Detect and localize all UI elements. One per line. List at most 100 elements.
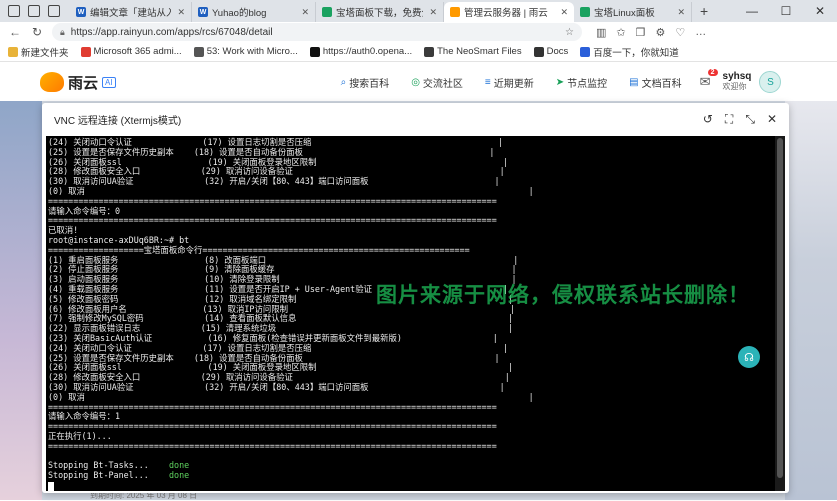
- minimize-icon[interactable]: —: [735, 0, 769, 22]
- status-done: done: [169, 460, 190, 471]
- bookmark-item[interactable]: 53: Work with Micro...: [193, 46, 298, 57]
- vnc-title: VNC 远程连接 (Xtermjs模式): [54, 115, 182, 127]
- collapse-icon[interactable]: ⤡: [745, 112, 755, 127]
- site-nav-item[interactable]: ≡ 近期更新: [485, 75, 534, 90]
- vnc-dialog: VNC 远程连接 (Xtermjs模式) ↺ ⛶ ⤡ ✕ (24) 关闭动口令认…: [42, 103, 789, 493]
- back-icon[interactable]: ←: [8, 25, 22, 39]
- support-headset-icon[interactable]: ☊: [738, 346, 760, 368]
- more-menu-icon[interactable]: …: [695, 26, 706, 39]
- background-art-right: [785, 101, 837, 500]
- bookmark-label: Docs: [546, 46, 569, 57]
- extensions-icon[interactable]: ⚙: [656, 26, 666, 39]
- user-info[interactable]: syhsq 欢迎你: [723, 72, 752, 92]
- bookmark-item[interactable]: 新建文件夹: [8, 45, 69, 59]
- tab-label: 宝塔面板下载，免费全能的服: [336, 8, 423, 19]
- mail-icon: ✉: [699, 74, 711, 89]
- status-task: Stopping Bt-Panel...: [48, 470, 170, 481]
- tab-label: 管理云服务器 | 雨云: [464, 8, 548, 19]
- site-nav-label: 交流社区: [422, 78, 463, 90]
- status-task: Stopping Bt-Tasks...: [48, 460, 170, 471]
- rain-logo-icon: [40, 72, 64, 92]
- site-nav-item[interactable]: ⌕ 搜索百科: [341, 75, 390, 90]
- message-button[interactable]: ✉ 2: [699, 69, 718, 90]
- tab-actions-icon[interactable]: [48, 5, 60, 17]
- ai-badge: AI: [102, 76, 116, 88]
- watermark-text: 图片来源于网络，侵权联系站长删除！: [376, 284, 750, 307]
- site-nav: ⌕ 搜索百科 ◎ 交流社区 ≡ 近期更新 ➤ 节点监控 ▤ 文档百科: [341, 75, 682, 90]
- browser-tab[interactable]: 宝塔Linux面板 ✕: [574, 2, 692, 22]
- lock-icon: 🔒︎: [60, 26, 65, 37]
- profile-icon[interactable]: [8, 5, 20, 17]
- bookmark-icon: [424, 46, 435, 57]
- browser-essentials-icon[interactable]: ♡: [675, 26, 685, 39]
- site-nav-label: 近期更新: [493, 78, 534, 90]
- workspaces-icon[interactable]: [28, 5, 40, 17]
- tab-favicon-icon: W: [76, 7, 86, 17]
- split-screen-icon[interactable]: ▥: [596, 26, 606, 39]
- bookmark-item[interactable]: The NeoSmart Files: [424, 46, 522, 57]
- browser-tab[interactable]: 管理云服务器 | 雨云 ✕: [444, 2, 574, 22]
- browser-tab-strip: W编辑文章「建站从入门到跑路」✕WYuhao的blog✕宝塔面板下载，免费全能的…: [0, 0, 837, 22]
- vnc-dialog-header: VNC 远程连接 (Xtermjs模式) ↺ ⛶ ⤡ ✕: [42, 103, 789, 135]
- browser-tab[interactable]: W Yuhao的blog ✕: [192, 2, 316, 22]
- username: syhsq: [722, 71, 752, 82]
- close-window-icon[interactable]: ✕: [803, 0, 837, 22]
- bookmark-item[interactable]: https://auth0.opena...: [309, 46, 412, 57]
- bookmark-item[interactable]: Microsoft 365 admi...: [80, 46, 182, 57]
- terminal-line: ========================================…: [48, 440, 497, 451]
- terminal-status-line: Stopping Bt-Panel... done: [48, 470, 785, 481]
- monitor-icon: ➤: [555, 76, 565, 88]
- site-logo[interactable]: 雨云 AI: [40, 72, 116, 93]
- tab-close-icon[interactable]: ✕: [429, 7, 437, 18]
- favorite-star-icon[interactable]: ☆: [565, 27, 574, 38]
- bookmark-icon: [580, 46, 591, 57]
- site-nav-label: 搜索百科: [349, 78, 390, 90]
- status-done: done: [169, 470, 190, 481]
- avatar[interactable]: S: [759, 71, 782, 93]
- bookmark-icon: [533, 46, 544, 57]
- bookmark-label: Microsoft 365 admi...: [93, 46, 182, 57]
- tab-close-icon[interactable]: ✕: [677, 7, 685, 18]
- bookmark-item[interactable]: 百度一下，你就知道: [580, 45, 679, 59]
- collections-icon[interactable]: ❐: [636, 26, 646, 39]
- refresh-icon[interactable]: ↻: [30, 25, 44, 39]
- logo-text: 雨云: [68, 74, 99, 92]
- tab-favicon-icon: [322, 7, 332, 17]
- tab-favicon-icon: [450, 7, 460, 17]
- site-nav-label: 文档百科: [641, 78, 682, 90]
- tab-close-icon[interactable]: ✕: [560, 7, 568, 18]
- terminal-scrollbar[interactable]: [775, 136, 785, 491]
- site-nav-item[interactable]: ◎ 交流社区: [411, 75, 463, 90]
- terminal-line: ========================================…: [48, 401, 497, 412]
- browser-toolbar: ▥ ✩ ❐ ⚙ ♡ …: [596, 26, 706, 39]
- fullscreen-icon[interactable]: ⛶: [725, 112, 733, 127]
- terminal[interactable]: (24) 关闭动口令认证 (17) 设置日志切割是否压缩 | (25) 设置是否保…: [46, 136, 785, 491]
- window-controls: — ☐ ✕: [735, 0, 837, 22]
- tab-label: 编辑文章「建站从入门到跑路」: [90, 8, 171, 19]
- url-field[interactable]: 🔒︎ https://app.rainyun.com/apps/rcs/6704…: [52, 23, 582, 41]
- site-nav-item[interactable]: ▤ 文档百科: [629, 75, 681, 90]
- tab-close-icon[interactable]: ✕: [177, 7, 185, 18]
- site-header: 雨云 AI ⌕ 搜索百科 ◎ 交流社区 ≡ 近期更新 ➤ 节点监控 ▤ 文档百科 ✉ 2 syhs…: [0, 63, 837, 101]
- browser-tab[interactable]: W 编辑文章「建站从入门到跑路」 ✕: [70, 2, 192, 22]
- site-nav-label: 节点监控: [567, 78, 608, 90]
- reconnect-icon[interactable]: ↺: [703, 112, 713, 127]
- bookmark-icon: [193, 46, 204, 57]
- browser-tab[interactable]: 宝塔面板下载，免费全能的服 ✕: [316, 2, 444, 22]
- terminal-line: ========================================…: [48, 421, 497, 432]
- book-icon: ▤: [629, 76, 639, 88]
- close-dialog-icon[interactable]: ✕: [767, 112, 777, 127]
- terminal-line: ========================================…: [48, 215, 497, 226]
- message-badge: 2: [707, 69, 718, 76]
- new-tab-button[interactable]: +: [692, 3, 716, 19]
- tab-strip-controls: [0, 5, 70, 17]
- url-text: https://app.rainyun.com/apps/rcs/67048/d…: [70, 26, 273, 38]
- tab-favicon-icon: [580, 7, 590, 17]
- tab-close-icon[interactable]: ✕: [301, 7, 309, 18]
- maximize-icon[interactable]: ☐: [769, 0, 803, 22]
- favorites-icon[interactable]: ✩: [616, 26, 625, 39]
- bookmark-item[interactable]: Docs: [533, 46, 569, 57]
- site-nav-item[interactable]: ➤ 节点监控: [556, 75, 607, 90]
- bookmark-icon: [80, 46, 91, 57]
- bookmark-label: 53: Work with Micro...: [206, 46, 298, 57]
